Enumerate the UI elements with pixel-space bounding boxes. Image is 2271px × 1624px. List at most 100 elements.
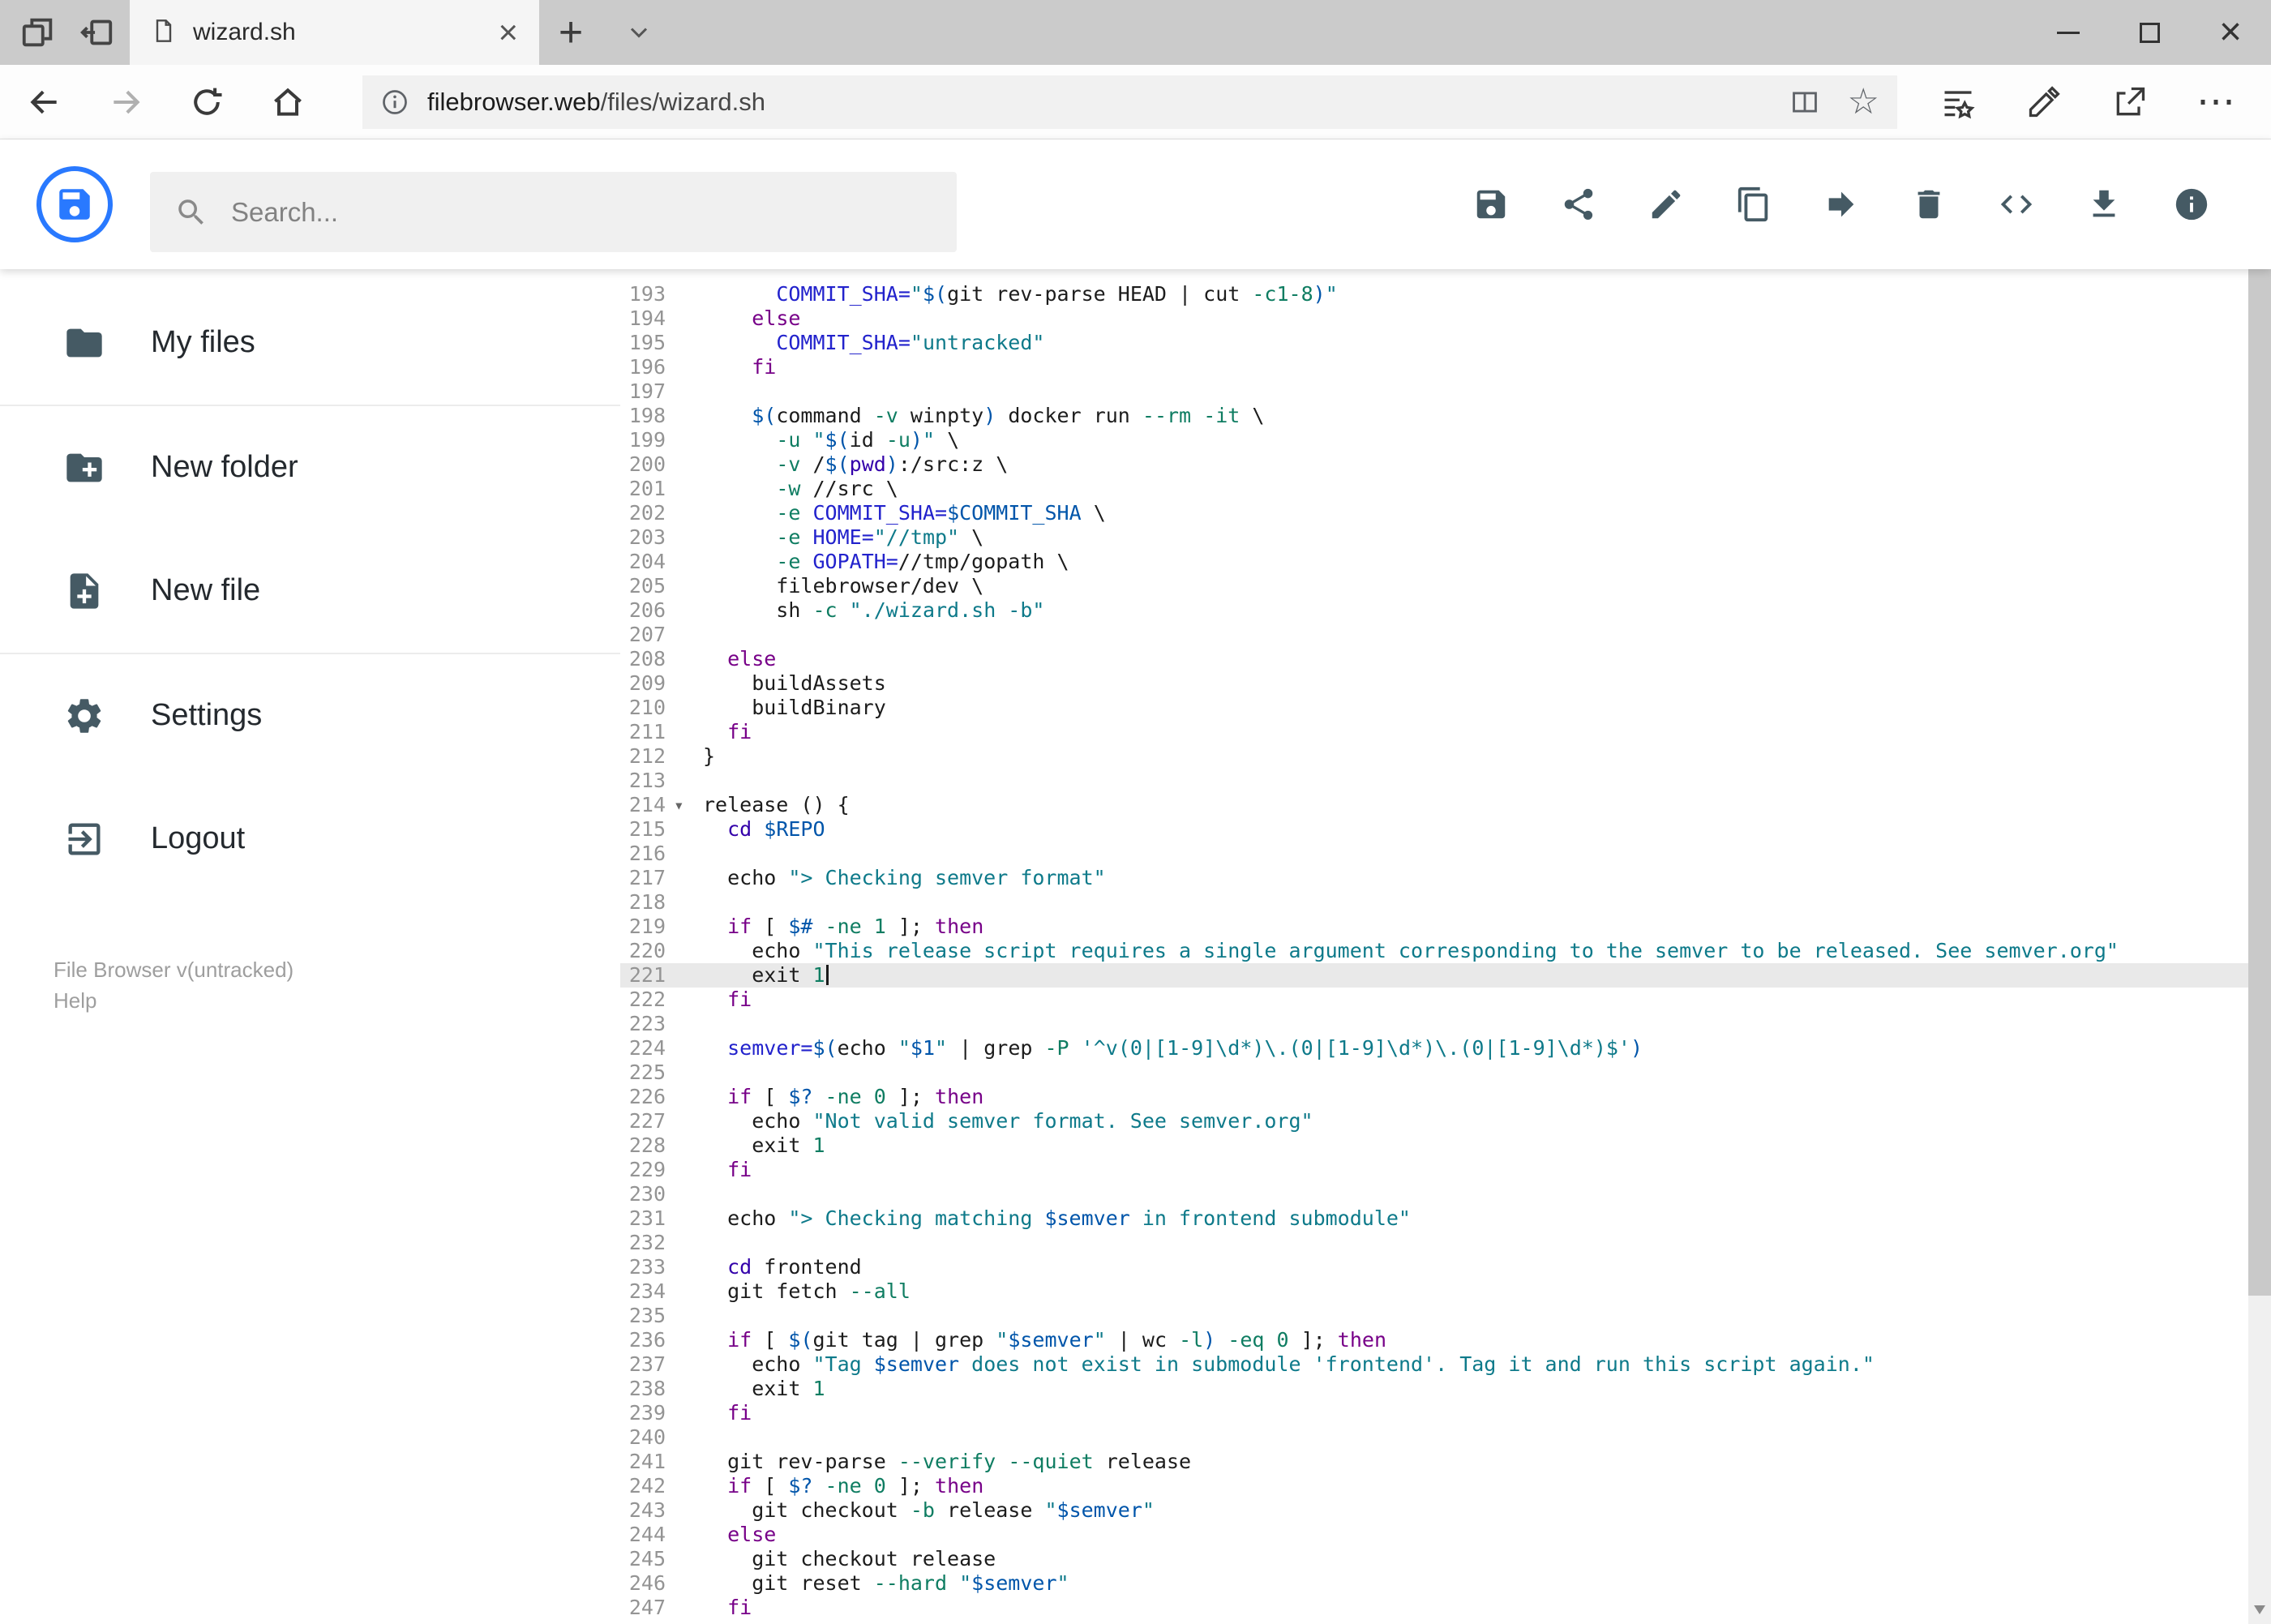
code-line[interactable]: 231 echo "> Checking matching $semver in… <box>620 1206 2248 1231</box>
filebrowser-logo[interactable] <box>36 166 113 242</box>
code-line[interactable]: 229 fi <box>620 1158 2248 1182</box>
tab-chevron-icon[interactable] <box>613 0 665 65</box>
sidebar-item-new-folder[interactable]: New folder <box>0 405 620 529</box>
code-line[interactable]: 230 <box>620 1182 2248 1206</box>
home-button[interactable] <box>259 73 317 131</box>
code-editor[interactable]: 193 COMMIT_SHA="$(git rev-parse HEAD | c… <box>620 269 2248 1624</box>
code-line[interactable]: 200 -v /$(pwd):/src:z \ <box>620 452 2248 477</box>
code-line[interactable]: 195 COMMIT_SHA="untracked" <box>620 331 2248 355</box>
code-line[interactable]: 220 echo "This release script requires a… <box>620 939 2248 963</box>
more-menu-button[interactable]: ⋯ <box>2191 73 2241 131</box>
set-tabs-aside-icon[interactable] <box>78 14 115 51</box>
fold-arrow-icon[interactable]: ▾ <box>666 793 703 817</box>
code-line[interactable]: 208 else <box>620 647 2248 671</box>
code-line[interactable]: 216 <box>620 842 2248 866</box>
code-line[interactable]: 244 else <box>620 1523 2248 1547</box>
copy-button[interactable] <box>1725 175 1783 234</box>
rename-button[interactable] <box>1637 175 1695 234</box>
sidebar-item-settings[interactable]: Settings <box>0 653 620 777</box>
code-line[interactable]: 213 <box>620 769 2248 793</box>
url-box[interactable]: filebrowser.web/files/wizard.sh ☆ <box>362 75 1897 129</box>
scrollbar-thumb[interactable] <box>2248 172 2271 1296</box>
code-line[interactable]: 245 git checkout release <box>620 1547 2248 1571</box>
code-line[interactable]: 236 if [ $(git tag | grep "$semver" | wc… <box>620 1328 2248 1352</box>
sidebar-item-new-file[interactable]: New file <box>0 529 620 653</box>
hub-button[interactable] <box>1933 73 1983 131</box>
code-line[interactable]: 194 else <box>620 306 2248 331</box>
scroll-down-arrow-icon[interactable] <box>2254 1605 2265 1614</box>
download-button[interactable] <box>2075 175 2133 234</box>
maximize-button[interactable] <box>2109 0 2190 65</box>
code-line[interactable]: 240 <box>620 1425 2248 1450</box>
code-line[interactable]: 226 if [ $? -ne 0 ]; then <box>620 1085 2248 1109</box>
refresh-button[interactable] <box>178 73 236 131</box>
code-line[interactable]: 242 if [ $? -ne 0 ]; then <box>620 1474 2248 1498</box>
info-button[interactable] <box>2162 175 2221 234</box>
code-line[interactable]: 241 git rev-parse --verify --quiet relea… <box>620 1450 2248 1474</box>
reading-view-icon[interactable] <box>1789 87 1820 118</box>
tab-preview-icon[interactable] <box>19 14 57 51</box>
minimize-button[interactable] <box>2028 0 2109 65</box>
code-line[interactable]: 222 fi <box>620 988 2248 1012</box>
sidebar-item-logout[interactable]: Logout <box>0 777 620 901</box>
code-line[interactable]: 238 exit 1 <box>620 1377 2248 1401</box>
search-input[interactable] <box>231 196 932 228</box>
code-line[interactable]: 239 fi <box>620 1401 2248 1425</box>
new-tab-button[interactable]: + <box>545 0 597 65</box>
search-box[interactable] <box>150 172 957 252</box>
code-line[interactable]: 234 git fetch --all <box>620 1279 2248 1304</box>
code-line[interactable]: 237 echo "Tag $semver does not exist in … <box>620 1352 2248 1377</box>
favorite-star-icon[interactable]: ☆ <box>1848 84 1879 120</box>
code-line[interactable]: 201 -w //src \ <box>620 477 2248 501</box>
code-line[interactable]: 219 if [ $# -ne 1 ]; then <box>620 915 2248 939</box>
code-line[interactable]: 206 sh -c "./wizard.sh -b" <box>620 598 2248 623</box>
code-line[interactable]: 223 <box>620 1012 2248 1036</box>
code-line[interactable]: 215 cd $REPO <box>620 817 2248 842</box>
code-line[interactable]: 198 $(command -v winpty) docker run --rm… <box>620 404 2248 428</box>
code-line[interactable]: 221 exit 1 <box>620 963 2248 988</box>
site-info-icon[interactable] <box>380 88 409 117</box>
share-file-button[interactable] <box>1549 175 1608 234</box>
code-line[interactable]: 207 <box>620 623 2248 647</box>
code-line[interactable]: 224 semver=$(echo "$1" | grep -P '^v(0|[… <box>620 1036 2248 1061</box>
code-line[interactable]: 199 -u "$(id -u)" \ <box>620 428 2248 452</box>
tab-close-icon[interactable]: × <box>498 15 518 49</box>
code-line[interactable]: 197 <box>620 379 2248 404</box>
code-line[interactable]: 247 fi <box>620 1596 2248 1620</box>
forward-button[interactable] <box>96 73 155 131</box>
code-line[interactable]: 211 fi <box>620 720 2248 744</box>
save-button[interactable] <box>1462 175 1520 234</box>
close-button[interactable]: × <box>2190 0 2271 65</box>
code-line[interactable]: 225 <box>620 1061 2248 1085</box>
code-line[interactable]: 246 git reset --hard "$semver" <box>620 1571 2248 1596</box>
code-line[interactable]: 204 -e GOPATH=//tmp/gopath \ <box>620 550 2248 574</box>
code-line[interactable]: 193 COMMIT_SHA="$(git rev-parse HEAD | c… <box>620 282 2248 306</box>
code-line[interactable]: 228 exit 1 <box>620 1133 2248 1158</box>
delete-button[interactable] <box>1900 175 1958 234</box>
code-line[interactable]: 227 echo "Not valid semver format. See s… <box>620 1109 2248 1133</box>
browser-tab[interactable]: wizard.sh × <box>130 0 539 65</box>
code-line[interactable]: 243 git checkout -b release "$semver" <box>620 1498 2248 1523</box>
code-line[interactable]: 212} <box>620 744 2248 769</box>
web-note-button[interactable] <box>2019 73 2069 131</box>
code-line[interactable]: 218 <box>620 890 2248 915</box>
code-line[interactable]: 232 <box>620 1231 2248 1255</box>
raw-code-button[interactable] <box>1987 175 2046 234</box>
move-button[interactable] <box>1812 175 1870 234</box>
back-button[interactable] <box>15 73 74 131</box>
code-line[interactable]: 205 filebrowser/dev \ <box>620 574 2248 598</box>
code-line[interactable]: 217 echo "> Checking semver format" <box>620 866 2248 890</box>
code-line[interactable]: 235 <box>620 1304 2248 1328</box>
code-line[interactable]: 203 -e HOME="//tmp" \ <box>620 525 2248 550</box>
help-link[interactable]: Help <box>54 985 294 1016</box>
code-line[interactable]: 196 fi <box>620 355 2248 379</box>
scrollbar[interactable] <box>2248 139 2271 1624</box>
url-text[interactable]: filebrowser.web/files/wizard.sh <box>427 88 765 117</box>
code-line[interactable]: 202 -e COMMIT_SHA=$COMMIT_SHA \ <box>620 501 2248 525</box>
sidebar-item-my-files[interactable]: My files <box>0 281 620 405</box>
code-line[interactable]: 214 ▾ release () { <box>620 793 2248 817</box>
code-line[interactable]: 233 cd frontend <box>620 1255 2248 1279</box>
code-line[interactable]: 209 buildAssets <box>620 671 2248 696</box>
share-button[interactable] <box>2105 73 2155 131</box>
code-line[interactable]: 210 buildBinary <box>620 696 2248 720</box>
